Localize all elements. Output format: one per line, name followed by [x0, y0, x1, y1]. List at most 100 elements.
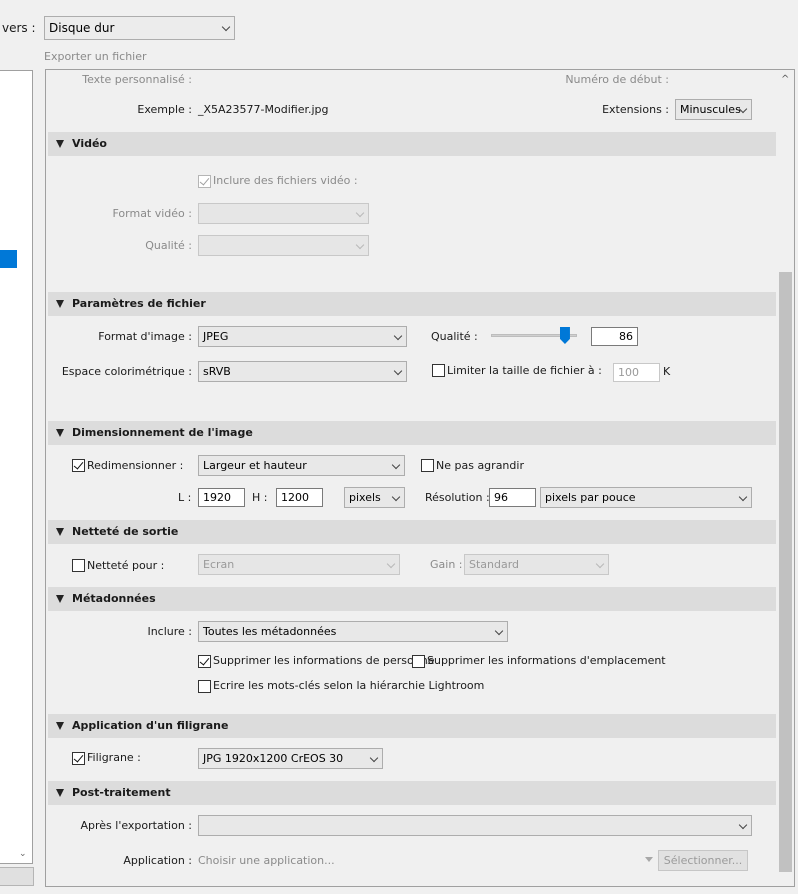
- resize-checkbox[interactable]: [72, 459, 85, 472]
- application-label: Application :: [123, 854, 192, 867]
- application-dropdown-icon[interactable]: [645, 857, 653, 862]
- collapse-triangle-icon: [56, 789, 64, 797]
- preset-selected-item[interactable]: [0, 250, 17, 268]
- chevron-down-icon: [355, 240, 365, 250]
- chevron-down-icon: [738, 492, 748, 502]
- panel-subtitle: Exporter un fichier: [44, 50, 147, 63]
- scrollbar-thumb[interactable]: [779, 272, 792, 872]
- width-label: L :: [178, 491, 192, 504]
- watermark-value: JPG 1920x1200 CrEOS 30: [203, 752, 344, 765]
- section-image-sizing-header[interactable]: Dimensionnement de l'image: [48, 421, 776, 445]
- metadata-include-value: Toutes les métadonnées: [203, 625, 337, 638]
- gain-label: Gain :: [430, 558, 463, 571]
- height-input[interactable]: 1200: [276, 488, 323, 507]
- gain-value: Standard: [469, 558, 520, 571]
- section-metadata-header[interactable]: Métadonnées: [48, 587, 776, 611]
- limit-size-label: Limiter la taille de fichier à :: [447, 364, 602, 377]
- chevron-down-icon: [355, 208, 365, 218]
- section-sharpening-header[interactable]: Netteté de sortie: [48, 520, 776, 544]
- remove-location-label: Supprimer les informations d'emplacement: [427, 654, 666, 667]
- include-video-checkbox[interactable]: [198, 175, 211, 188]
- choose-application-button[interactable]: Sélectionner...: [658, 850, 748, 871]
- sharpen-for-label: Netteté pour :: [87, 559, 165, 572]
- resolution-unit-value: pixels par pouce: [545, 491, 636, 504]
- no-enlarge-checkbox[interactable]: [421, 459, 434, 472]
- metadata-include-label: Inclure :: [147, 625, 192, 638]
- resolution-label: Résolution :: [425, 491, 490, 504]
- collapse-triangle-icon: [56, 300, 64, 308]
- after-export-label: Après l'exportation :: [80, 819, 192, 832]
- export-to-select[interactable]: Disque dur: [44, 16, 235, 40]
- chevron-down-icon: [221, 22, 231, 32]
- limit-size-unit: K: [663, 365, 671, 378]
- collapse-triangle-icon: [56, 429, 64, 437]
- section-metadata-title: Métadonnées: [72, 592, 156, 605]
- section-watermark-header[interactable]: Application d'un filigrane: [48, 714, 776, 738]
- example-filename: _X5A23577-Modifier.jpg: [198, 103, 329, 116]
- metadata-include-select[interactable]: Toutes les métadonnées: [198, 621, 508, 642]
- keyword-hierarchy-label: Ecrire les mots-clés selon la hiérarchie…: [213, 679, 485, 692]
- left-panel-button[interactable]: [0, 867, 34, 886]
- preset-list[interactable]: ⌄: [0, 70, 33, 864]
- start-number-label: Numéro de début :: [565, 73, 669, 86]
- chevron-down-icon: [391, 460, 401, 470]
- chevron-down-icon: [738, 820, 748, 830]
- height-label: H :: [252, 491, 268, 504]
- section-post-processing-header[interactable]: Post-traitement: [48, 781, 776, 805]
- image-format-select[interactable]: JPEG: [198, 326, 407, 347]
- chevron-down-icon: [595, 559, 605, 569]
- resize-mode-value: Largeur et hauteur: [203, 459, 307, 472]
- section-file-settings-title: Paramètres de fichier: [72, 297, 206, 310]
- chevron-down-icon: [391, 492, 401, 502]
- resize-label: Redimensionner :: [87, 459, 184, 472]
- section-file-settings-header[interactable]: Paramètres de fichier: [48, 292, 776, 316]
- extensions-select[interactable]: Minuscules: [675, 99, 752, 120]
- sharpen-for-select[interactable]: Ecran: [198, 554, 400, 575]
- gain-select[interactable]: Standard: [464, 554, 609, 575]
- video-quality-label: Qualité :: [145, 239, 192, 252]
- video-quality-select[interactable]: [198, 235, 369, 256]
- settings-panel: [45, 69, 795, 887]
- section-post-processing-title: Post-traitement: [72, 786, 171, 799]
- collapse-triangle-icon: [56, 722, 64, 730]
- size-unit-select[interactable]: pixels: [344, 487, 405, 508]
- image-format-value: JPEG: [203, 330, 229, 343]
- resize-mode-select[interactable]: Largeur et hauteur: [198, 455, 405, 476]
- keyword-hierarchy-checkbox[interactable]: [198, 680, 211, 693]
- sharpen-checkbox[interactable]: [72, 559, 85, 572]
- colorspace-select[interactable]: sRVB: [198, 361, 407, 382]
- section-sharpening-title: Netteté de sortie: [72, 525, 179, 538]
- section-video-header[interactable]: Vidéo: [48, 132, 776, 156]
- include-video-label: Inclure des fichiers vidéo :: [213, 174, 358, 187]
- resolution-input[interactable]: 96: [489, 488, 536, 507]
- limit-size-checkbox[interactable]: [432, 364, 445, 377]
- quality-input[interactable]: 86: [591, 327, 638, 346]
- colorspace-value: sRVB: [203, 365, 231, 378]
- video-format-label: Format vidéo :: [112, 207, 192, 220]
- application-placeholder: Choisir une application...: [198, 854, 335, 867]
- limit-size-input[interactable]: 100: [613, 363, 660, 382]
- width-input[interactable]: 1920: [198, 488, 245, 507]
- video-format-select[interactable]: [198, 203, 369, 224]
- collapse-triangle-icon: [56, 140, 64, 148]
- export-to-value: Disque dur: [49, 21, 115, 35]
- after-export-select[interactable]: [198, 815, 752, 836]
- scrollbar[interactable]: ^: [777, 70, 794, 886]
- image-format-label: Format d'image :: [98, 330, 192, 343]
- watermark-select[interactable]: JPG 1920x1200 CrEOS 30: [198, 748, 383, 769]
- scroll-down-icon[interactable]: ⌄: [19, 849, 29, 859]
- collapse-triangle-icon: [56, 595, 64, 603]
- chevron-down-icon: [386, 559, 396, 569]
- watermark-checkbox[interactable]: [72, 752, 85, 765]
- resolution-unit-select[interactable]: pixels par pouce: [540, 487, 752, 508]
- extensions-label: Extensions :: [602, 103, 669, 116]
- size-unit-value: pixels: [349, 491, 381, 504]
- remove-person-checkbox[interactable]: [198, 655, 211, 668]
- scroll-up-icon[interactable]: ^: [781, 75, 789, 85]
- chevron-down-icon: [393, 331, 403, 341]
- section-watermark-title: Application d'un filigrane: [72, 719, 229, 732]
- section-video-title: Vidéo: [72, 137, 107, 150]
- remove-location-checkbox[interactable]: [412, 655, 425, 668]
- sharpen-for-value: Ecran: [203, 558, 235, 571]
- watermark-label: Filigrane :: [87, 751, 141, 764]
